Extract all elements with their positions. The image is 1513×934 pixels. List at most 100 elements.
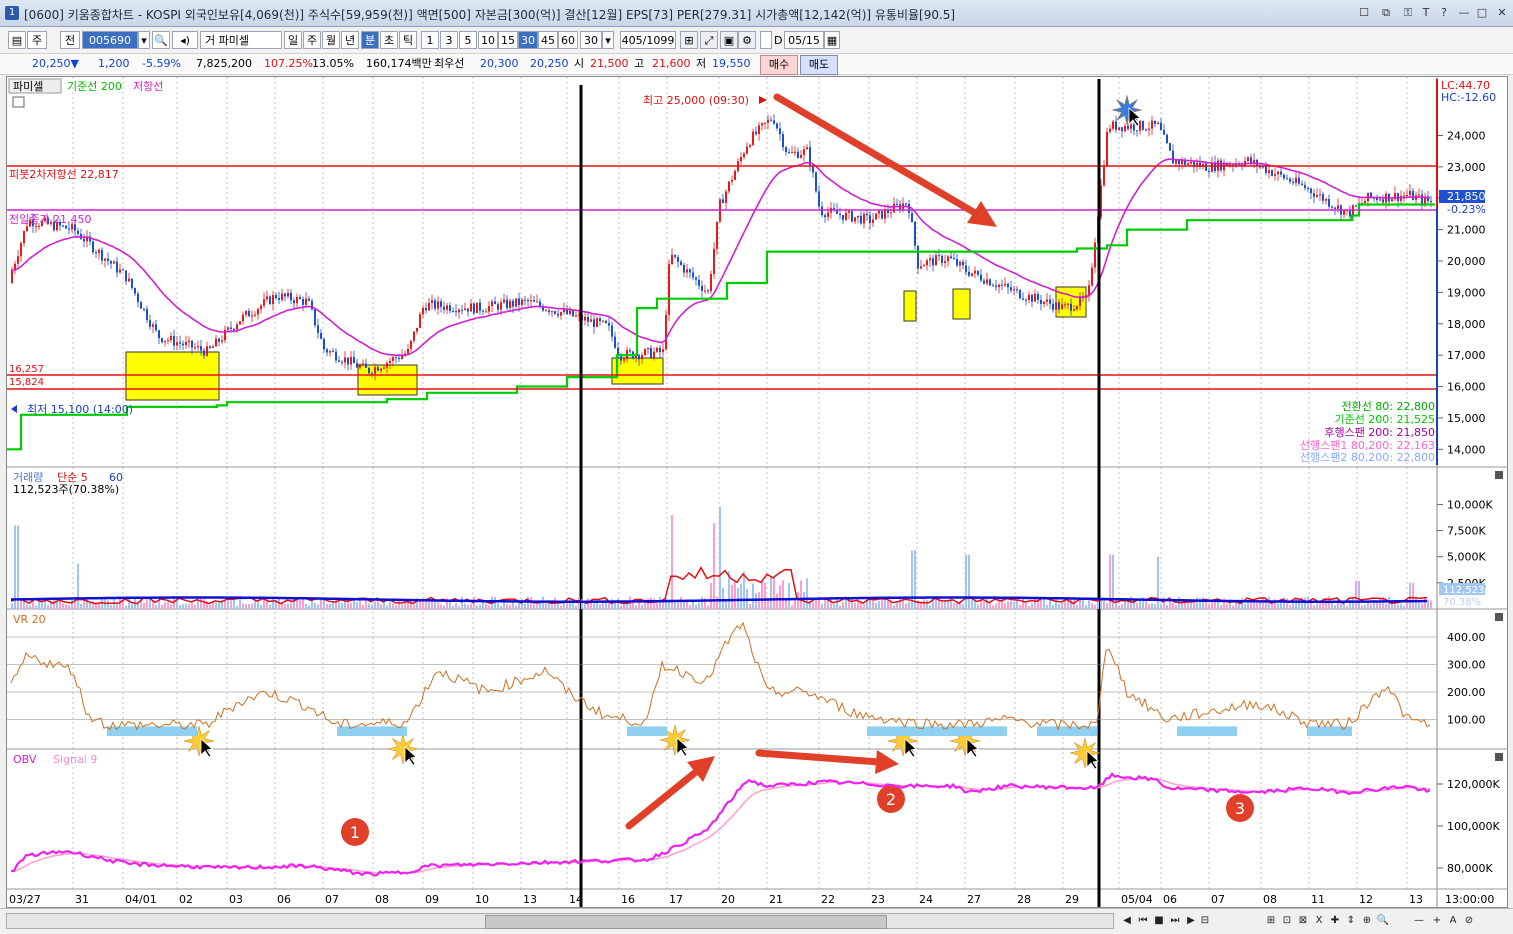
period-day-button[interactable]: 일 (284, 31, 302, 49)
vr-tick-label: 100.00 (1447, 714, 1486, 727)
candle-body (482, 310, 484, 312)
sell-button[interactable]: 매도 (800, 55, 838, 75)
chart-svg[interactable]: 1 2 3 파미셀 기준선 200 저항선 최고 25,000 (09:30) … (7, 77, 1507, 907)
candle-body (299, 296, 301, 300)
help-icon[interactable]: ? (1436, 5, 1452, 21)
volume-bar (1247, 601, 1249, 609)
d-checkbox[interactable] (760, 31, 772, 49)
candle-body (1091, 267, 1093, 286)
candle-body (1112, 121, 1114, 129)
interval-10-button[interactable]: 10 (478, 31, 498, 49)
candle-body (968, 271, 970, 276)
volume-current: 112,523주(70.38%) (13, 483, 119, 496)
tool2-icon[interactable]: ⤢ (700, 31, 718, 49)
bottom-control-icon[interactable]: — (1412, 914, 1426, 928)
bottom-control-icon[interactable]: ▶ (1184, 914, 1198, 928)
prev-button[interactable]: 전 (60, 31, 80, 49)
candle-body (1094, 242, 1096, 268)
bottom-control-icon[interactable]: + (1430, 914, 1444, 928)
bottom-control-icon[interactable]: ◀ (1120, 914, 1134, 928)
hc-label: HC:-12.60 (1441, 91, 1496, 104)
candle-body (95, 252, 97, 254)
legend-line: 기준선 200: 21,525 (1334, 413, 1435, 426)
bottom-control-icon[interactable]: ⊕ (1360, 914, 1374, 928)
search-icon[interactable]: 🔍 (152, 31, 170, 49)
bottom-control-icon[interactable]: ✚ (1328, 914, 1342, 928)
panel-close-icon[interactable] (1495, 471, 1503, 479)
volume-bar (461, 596, 463, 609)
candle-body (1007, 283, 1009, 288)
period-week-button[interactable]: 주 (303, 31, 321, 49)
restore-icon[interactable]: ☐ (1356, 5, 1372, 21)
horizontal-scrollbar[interactable] (6, 913, 1114, 929)
interval-3-button[interactable]: 3 (440, 31, 458, 49)
layout-icon[interactable]: ▤ (8, 31, 26, 49)
settings-icon[interactable]: ⚙ (738, 31, 756, 49)
chart-area[interactable]: 1 2 3 파미셀 기준선 200 저항선 최고 25,000 (09:30) … (6, 76, 1508, 908)
bottom-control-icon[interactable]: ⏮ (1136, 914, 1150, 928)
grid-toggle-icon[interactable] (12, 96, 25, 108)
stock-code-input[interactable]: 005690 (82, 31, 138, 49)
volume-bar (737, 587, 739, 609)
interval-15-button[interactable]: 15 (498, 31, 518, 49)
bottom-control-icon[interactable]: ⏭ (1168, 914, 1182, 928)
interval-60-button[interactable]: 60 (558, 31, 578, 49)
bottom-control-icon[interactable]: Ⅹ (1312, 914, 1326, 928)
interval-45-button[interactable]: 45 (538, 31, 558, 49)
period-minute-button[interactable]: 분 (361, 31, 379, 49)
panel-close-icon[interactable] (1495, 613, 1503, 621)
candle-body (83, 238, 85, 242)
pin-icon[interactable]: ⚿ (1400, 5, 1416, 21)
candle-body (26, 226, 28, 232)
bottom-control-icon[interactable]: ⊡ (1280, 914, 1294, 928)
bottom-control-icon[interactable]: ⇕ (1344, 914, 1358, 928)
buy-button[interactable]: 매수 (760, 55, 798, 75)
volume-bar (1064, 601, 1066, 609)
candle-body (218, 338, 220, 342)
save-icon[interactable]: ▣ (720, 31, 738, 49)
speaker-icon[interactable]: ◂) (172, 31, 198, 49)
candle-body (839, 213, 841, 216)
interval-5-button[interactable]: 5 (459, 31, 477, 49)
bottom-control-icon[interactable]: ⊟ (1198, 914, 1212, 928)
text-icon[interactable]: T (1418, 5, 1434, 21)
bottom-control-icon[interactable]: 🔍 (1376, 914, 1390, 928)
volume-bar (1367, 602, 1369, 609)
bottom-control-icon[interactable]: ⊘ (1462, 914, 1476, 928)
candle-body (98, 249, 100, 253)
panel-close-icon[interactable] (1495, 753, 1503, 761)
candle-body (506, 299, 508, 309)
tool1-icon[interactable]: ⊞ (680, 31, 698, 49)
copy-icon[interactable]: ⧉ (1378, 5, 1394, 21)
period-second-button[interactable]: 초 (380, 31, 398, 49)
interval-dropdown-icon[interactable]: ▾ (602, 31, 614, 49)
volume-bar (1025, 602, 1027, 609)
close-icon[interactable]: ✕ (1494, 5, 1510, 21)
code-dropdown-icon[interactable]: ▾ (138, 31, 150, 49)
interval-select[interactable]: 30 (580, 31, 602, 49)
volume: 7,825,200 (196, 57, 252, 70)
period-year-button[interactable]: 년 (341, 31, 359, 49)
calendar-icon[interactable]: ▦ (824, 31, 840, 49)
candle-body (68, 228, 70, 230)
volume-bar (1118, 605, 1120, 609)
candle-body (389, 360, 391, 363)
bottom-control-icon[interactable]: A (1446, 914, 1460, 928)
period-month-button[interactable]: 월 (322, 31, 340, 49)
minimize-icon[interactable]: — (1456, 5, 1472, 21)
volume-bar (1427, 599, 1429, 609)
period-select[interactable]: 주 (27, 31, 47, 49)
candle-body (35, 226, 37, 228)
volume-bar (269, 604, 271, 609)
period-tick-button[interactable]: 틱 (399, 31, 417, 49)
candle-body (1175, 160, 1177, 164)
interval-1-button[interactable]: 1 (421, 31, 439, 49)
bottom-control-icon[interactable]: ⊠ (1296, 914, 1310, 928)
scroll-thumb[interactable] (485, 915, 887, 929)
bottom-control-icon[interactable]: ⊞ (1264, 914, 1278, 928)
bottom-control-icon[interactable]: ■ (1152, 914, 1166, 928)
volume-bar (1094, 604, 1096, 609)
maximize-icon[interactable]: □ (1474, 5, 1490, 21)
date-input[interactable]: 05/15 (784, 31, 824, 49)
interval-30-button[interactable]: 30 (518, 31, 538, 49)
